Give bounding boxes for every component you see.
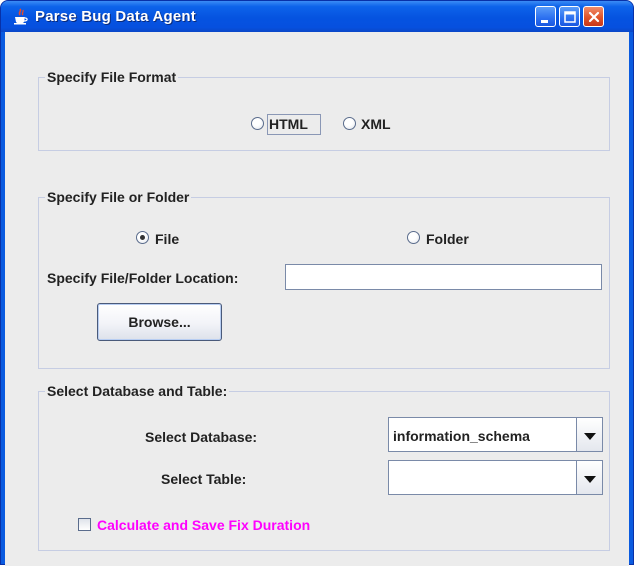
file-radio[interactable] [136,231,149,244]
chevron-down-icon[interactable] [576,418,602,451]
chevron-down-icon[interactable] [576,461,602,494]
title-bar[interactable]: Parse Bug Data Agent [1,1,633,32]
maximize-button[interactable] [559,6,580,27]
database-dropdown-value: information_schema [393,428,530,444]
app-window: Parse Bug Data Agent Specify File Format… [0,0,634,566]
location-input[interactable] [285,264,602,290]
close-icon [588,11,600,23]
database-legend: Select Database and Table: [45,383,230,399]
folder-radio[interactable] [407,231,420,244]
select-table-label: Select Table: [161,471,247,487]
minimize-button[interactable] [535,6,556,27]
table-dropdown[interactable] [388,460,603,495]
file-radio-label[interactable]: File [155,231,179,247]
file-format-group: Specify File Format [38,69,610,151]
folder-radio-label[interactable]: Folder [426,231,469,247]
file-format-legend: Specify File Format [45,69,179,85]
java-cup-icon [14,8,28,25]
xml-radio-label[interactable]: XML [361,116,391,132]
file-folder-legend: Specify File or Folder [45,189,192,205]
close-button[interactable] [583,6,604,27]
select-database-label: Select Database: [145,429,258,445]
minimize-icon [541,20,548,23]
database-dropdown[interactable]: information_schema [388,417,603,452]
content-panel: Specify File Format HTML XML Specify Fil… [5,32,629,566]
fix-duration-checkbox[interactable] [78,518,91,531]
browse-button-label: Browse... [128,314,191,330]
xml-radio[interactable] [343,117,356,130]
location-label: Specify File/Folder Location: [47,270,239,286]
html-radio-label[interactable]: HTML [269,116,308,132]
window-title: Parse Bug Data Agent [35,8,196,25]
maximize-icon [564,11,576,23]
browse-button[interactable]: Browse... [97,303,222,341]
fix-duration-label[interactable]: Calculate and Save Fix Duration [97,517,310,533]
html-radio[interactable] [251,117,264,130]
